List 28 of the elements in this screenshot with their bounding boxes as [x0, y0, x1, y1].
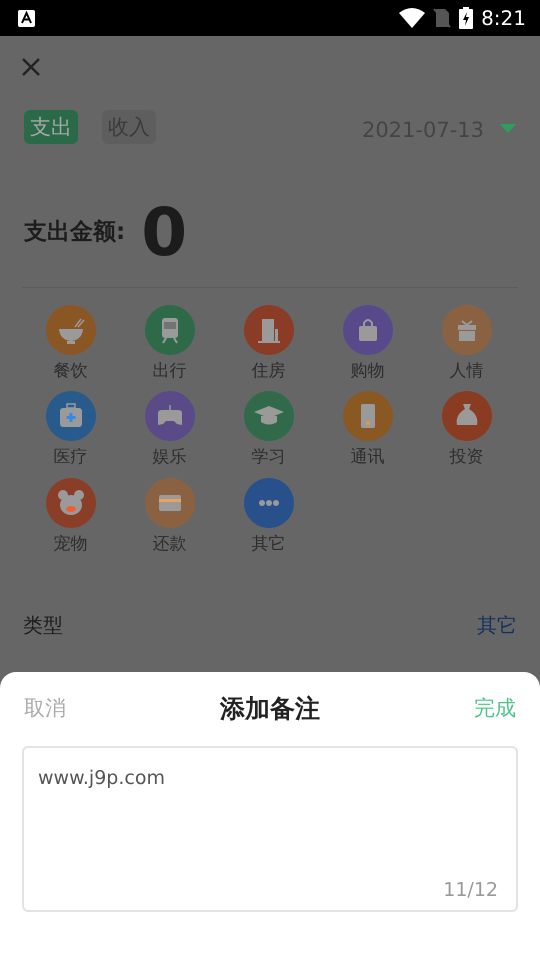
battery-charging-icon	[459, 7, 474, 29]
category-item[interactable]: 出行	[120, 304, 219, 380]
no-sim-icon	[433, 8, 452, 28]
field-label: 类型	[23, 612, 63, 639]
sheet-title: 添加备注	[220, 693, 320, 726]
category-item[interactable]: 宠物	[21, 478, 120, 554]
cancel-button[interactable]: 取消	[24, 693, 66, 725]
field-value[interactable]: 其它	[477, 610, 517, 640]
category-item[interactable]: 其它	[219, 478, 318, 554]
category-item[interactable]: 投资	[417, 391, 516, 467]
category-item[interactable]: 餐饮	[21, 304, 120, 380]
category-item[interactable]: 医疗	[21, 391, 120, 467]
amount-label: 支出金额:	[24, 218, 126, 248]
done-button[interactable]: 完成	[474, 693, 516, 725]
category-item[interactable]: 人情	[417, 304, 516, 380]
category-item[interactable]: 娱乐	[120, 391, 219, 467]
wifi-icon	[399, 8, 426, 28]
status-time: 8:21	[481, 5, 526, 32]
category-item[interactable]: 购物	[318, 304, 417, 380]
notification-icon	[18, 10, 35, 26]
category-item[interactable]: 学习	[219, 391, 318, 467]
type-tab[interactable]: 支出	[24, 110, 78, 144]
category-item[interactable]: 还款	[120, 478, 219, 554]
dropdown-caret-icon[interactable]	[500, 124, 516, 134]
category-item[interactable]: 通讯	[318, 391, 417, 467]
category-item[interactable]: 住房	[219, 304, 318, 380]
character-counter: 11/12	[443, 878, 498, 902]
amount-value: 0	[141, 200, 188, 266]
